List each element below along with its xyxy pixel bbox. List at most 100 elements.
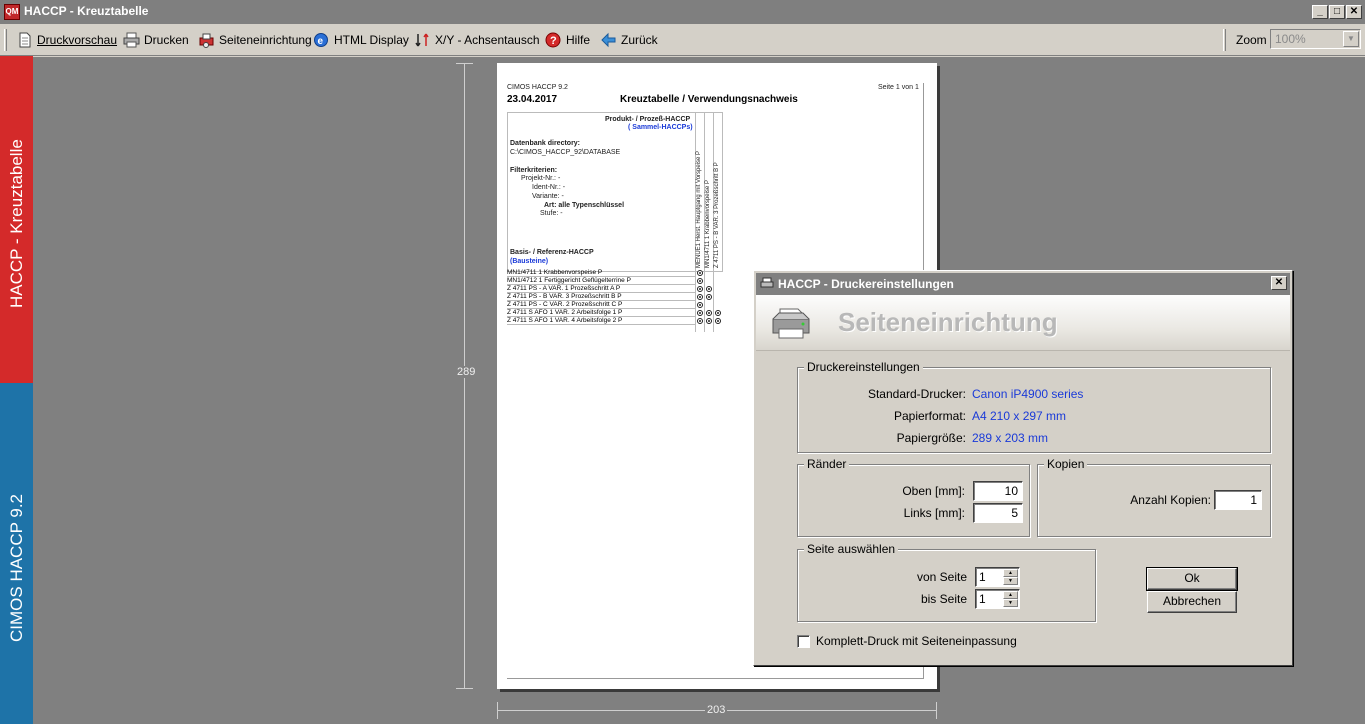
- dialog-title-bar: HACCP - Druckereinstellungen ✕: [756, 273, 1290, 295]
- back-button[interactable]: Zurück: [600, 28, 658, 52]
- paper-header-box: [507, 112, 723, 272]
- svg-text:e: e: [318, 36, 324, 47]
- paper-app-version: CIMOS HACCP 9.2: [507, 84, 568, 91]
- spin-up-icon[interactable]: ▲: [1003, 569, 1018, 577]
- page-range-legend: Seite auswählen: [804, 542, 899, 556]
- from-page-value: 1: [979, 570, 986, 584]
- paper-table-row: Z 4711 PS - A VAR. 1 Prozeßschritt A P: [507, 285, 695, 293]
- svg-text:?: ?: [550, 35, 557, 47]
- to-page-spinner[interactable]: 1 ▲ ▼: [975, 589, 1020, 609]
- margin-left-input[interactable]: 5: [973, 503, 1023, 523]
- paper-filter-stufe: Stufe: -: [540, 210, 563, 217]
- dialog-title: HACCP - Druckereinstellungen: [778, 277, 954, 291]
- paper-row-label: Z 4711 PS - A VAR. 1 Prozeßschritt A P: [507, 285, 621, 292]
- usage-mark-icon: [706, 310, 712, 316]
- page-range-group: Seite auswählen von Seite 1 ▲ ▼ bis Seit…: [797, 542, 1096, 622]
- paper-table-row: Z 4711 S AFO 1 VAR. 2 Arbeitsfolge 1 P: [507, 309, 695, 317]
- standard-printer-label: Standard-Drucker:: [867, 387, 966, 401]
- from-page-spinner[interactable]: 1 ▲ ▼: [975, 567, 1020, 587]
- print-label: Drucken: [144, 33, 189, 47]
- fit-to-page-checkbox[interactable]: [797, 635, 810, 648]
- printer-icon: [760, 277, 774, 290]
- paper-column-header: MENUE1 Herst. Hauptgang mit Vorspeise P: [696, 150, 702, 268]
- paper-filter-art: Art: alle Typenschlüssel: [544, 202, 625, 209]
- html-display-button[interactable]: e HTML Display: [313, 28, 409, 52]
- print-preview-label: Druckvorschau: [37, 33, 118, 47]
- usage-mark-icon: [715, 310, 721, 316]
- paper-produkt-header: Produkt- / Prozeß-HACCP: [605, 116, 691, 123]
- copies-legend: Kopien: [1044, 457, 1088, 471]
- paper-table-row: MN1/4712 1 Fertiggericht Geflügelterrine…: [507, 277, 695, 285]
- side-panel-cimos: CIMOS HACCP 9.2: [0, 383, 33, 724]
- side-panel-kreuztabelle: HACCP - Kreuztabelle: [0, 56, 33, 383]
- paper-format-value: A4 210 x 297 mm: [972, 409, 1067, 423]
- help-label: Hilfe: [566, 33, 591, 47]
- to-page-label: bis Seite: [920, 592, 967, 606]
- usage-mark-icon: [697, 302, 703, 308]
- paper-db-label: Datenbank directory:: [510, 140, 581, 147]
- paper-filter-variante: Variante: -: [532, 193, 564, 200]
- margins-group: Ränder Oben [mm]: 10 Links [mm]: 5: [797, 457, 1030, 537]
- chevron-down-icon[interactable]: ▼: [1343, 31, 1359, 47]
- width-dimension-label: 203: [705, 704, 728, 716]
- page-setup-button[interactable]: Seiteneinrichtung: [198, 28, 312, 52]
- back-label: Zurück: [621, 33, 658, 47]
- window-title: HACCP - Kreuztabelle: [24, 4, 149, 18]
- usage-mark-icon: [706, 318, 712, 324]
- paper-date: 23.04.2017: [507, 94, 558, 105]
- dialog-close-button[interactable]: ✕: [1271, 276, 1287, 290]
- toolbar: Druckvorschau Drucken Seiteneinrichtung …: [0, 24, 1365, 56]
- app-logo-icon: QM: [4, 4, 20, 20]
- print-preview-button[interactable]: Druckvorschau: [16, 28, 117, 52]
- paper-page-info: Seite 1 von 1: [878, 84, 919, 91]
- paper-row-label: Z 4711 PS - C VAR. 2 Prozeßschritt C P: [507, 301, 623, 308]
- page-setup-icon: [198, 32, 215, 49]
- ok-button[interactable]: Ok: [1146, 567, 1238, 591]
- swap-axes-button[interactable]: X/Y - Achsentausch: [414, 28, 540, 52]
- side-label-kreuztabelle: HACCP - Kreuztabelle: [7, 139, 26, 308]
- copies-count-input[interactable]: 1: [1214, 490, 1262, 510]
- document-icon: [16, 32, 33, 49]
- back-arrow-icon: [600, 32, 617, 49]
- height-dimension-label: 289: [455, 366, 478, 378]
- cancel-button[interactable]: Abbrechen: [1147, 591, 1237, 613]
- spin-down-icon[interactable]: ▼: [1003, 599, 1018, 607]
- print-button[interactable]: Drucken: [123, 28, 189, 52]
- printer-settings-legend: Druckereinstellungen: [804, 360, 923, 374]
- dialog-header: Seiteneinrichtung: [756, 295, 1290, 351]
- paper-title: Kreuztabelle / Verwendungsnachweis: [620, 94, 798, 105]
- width-dimension-right: [936, 702, 937, 719]
- usage-mark-icon: [697, 318, 703, 324]
- paper-filter-label: Filterkriterien:: [510, 167, 558, 174]
- spin-down-icon[interactable]: ▼: [1003, 577, 1018, 585]
- paper-table-row: Z 4711 S AFO 1 VAR. 4 Arbeitsfolge 2 P: [507, 317, 695, 325]
- zoom-value: 100%: [1275, 32, 1306, 46]
- window-title-bar: QM HACCP - Kreuztabelle _ □ ✕: [0, 0, 1365, 24]
- margin-top-input[interactable]: 10: [973, 481, 1023, 501]
- close-button[interactable]: ✕: [1346, 5, 1362, 19]
- paper-size-label: Papiergröße:: [896, 431, 966, 445]
- margins-legend: Ränder: [804, 457, 850, 471]
- fit-to-page-label: Komplett-Druck mit Seiteneinpassung: [816, 634, 1017, 648]
- minimize-button[interactable]: _: [1312, 5, 1328, 19]
- paper-format-label: Papierformat:: [893, 409, 966, 423]
- zoom-select[interactable]: 100% ▼: [1270, 29, 1361, 49]
- paper-row-label: Z 4711 S AFO 1 VAR. 2 Arbeitsfolge 1 P: [507, 309, 623, 316]
- printer-settings-dialog: HACCP - Druckereinstellungen ✕ Seitenein…: [753, 270, 1293, 666]
- help-button[interactable]: ? Hilfe: [545, 28, 590, 52]
- spin-up-icon[interactable]: ▲: [1003, 591, 1018, 599]
- paper-row-label: Z 4711 PS - B VAR. 3 Prozeßschritt B P: [507, 293, 622, 300]
- paper-column-header: Z 4711 PS - B VAR. 3 Prozeßschritt B P: [714, 162, 720, 268]
- from-page-label: von Seite: [916, 570, 967, 584]
- printer-settings-group: Druckereinstellungen Standard-Drucker: C…: [797, 360, 1271, 453]
- usage-mark-icon: [706, 294, 712, 300]
- maximize-button[interactable]: □: [1329, 5, 1345, 19]
- paper-bausteine-label: (Bausteine): [510, 258, 549, 265]
- swap-axes-icon: [414, 32, 431, 49]
- standard-printer-value: Canon iP4900 series: [972, 387, 1084, 401]
- browser-icon: e: [313, 32, 330, 49]
- printer-icon: [123, 32, 140, 49]
- paper-column-header: MN1/4711 1 Krabbenvorspeise P: [705, 180, 711, 268]
- paper-row-label: Z 4711 S AFO 1 VAR. 4 Arbeitsfolge 2 P: [507, 317, 623, 324]
- toolbar-grip: [4, 29, 7, 51]
